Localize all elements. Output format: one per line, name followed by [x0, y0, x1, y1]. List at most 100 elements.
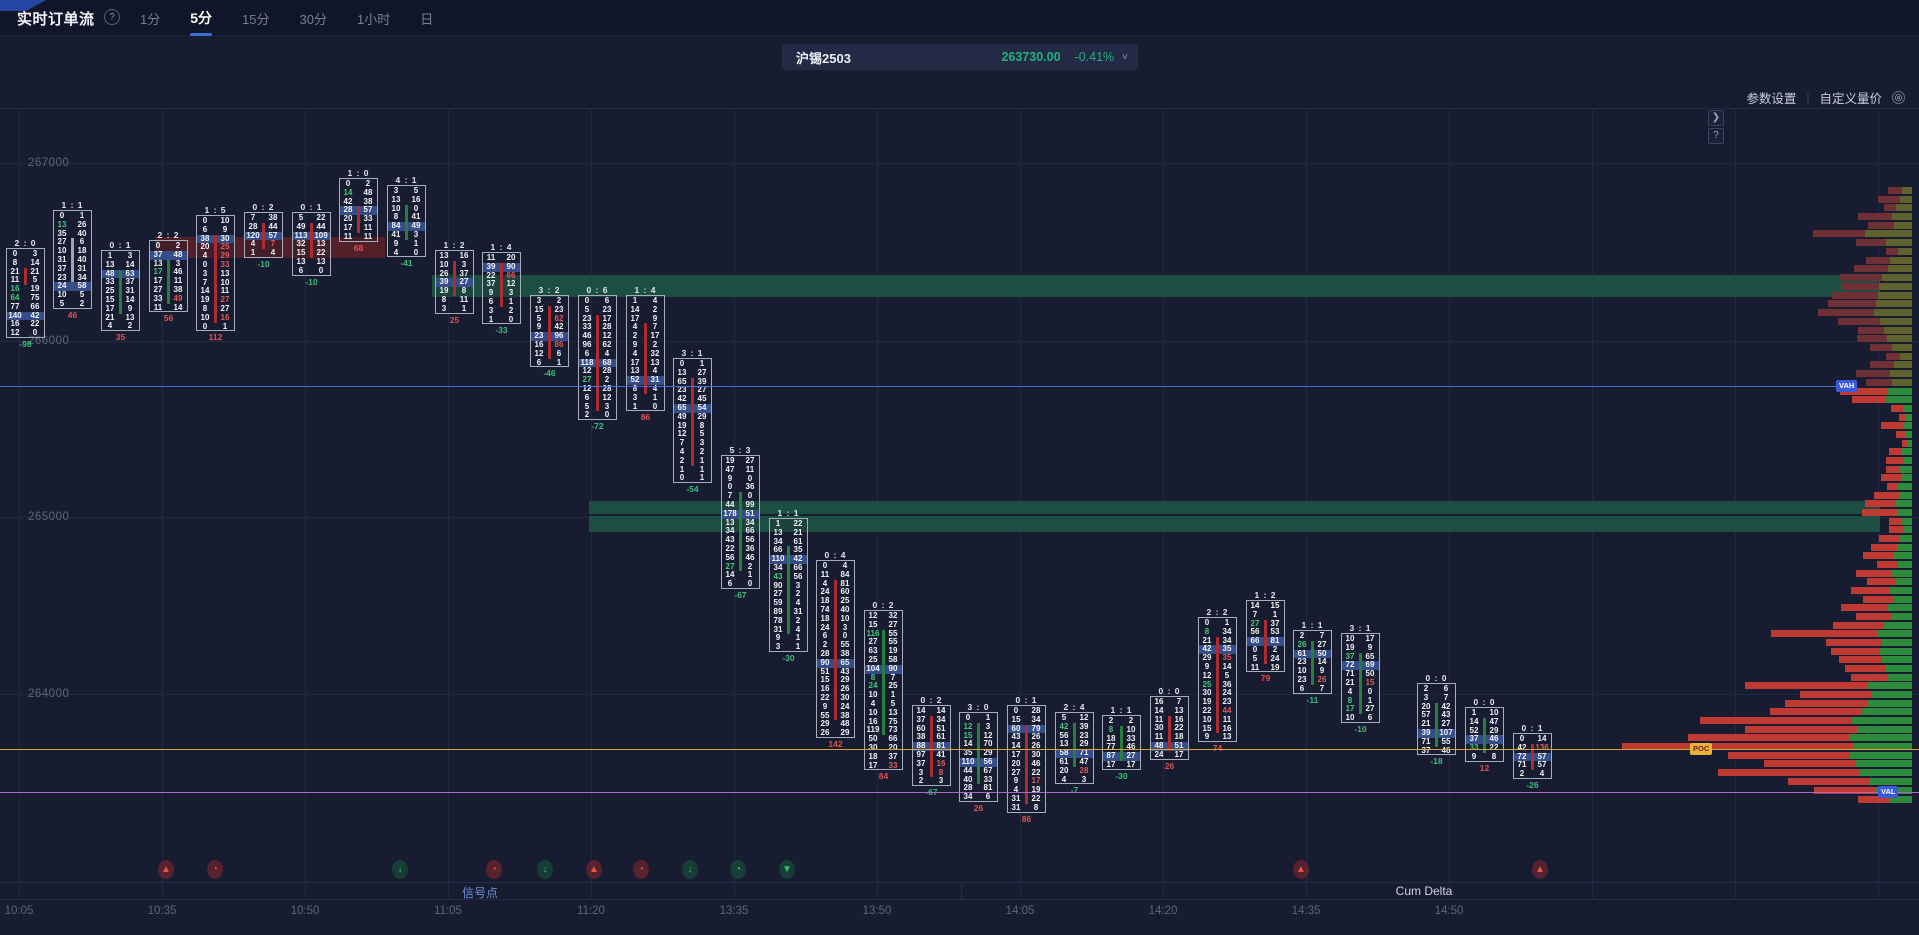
candle-delta-footer: 84: [853, 771, 915, 781]
candle-box: 0652323173328461296626411868122827212286…: [578, 295, 617, 420]
volume-profile-row: [1886, 457, 1912, 464]
volume-profile-row: [1887, 483, 1912, 490]
bid-volume: 17: [1103, 761, 1120, 770]
profile-bid-segment: [1870, 361, 1894, 368]
footprint-candle: 3 : 001123151214703529110564467403328813…: [959, 712, 998, 800]
cum-delta-label[interactable]: Cum Delta: [1396, 884, 1453, 898]
signal-up-icon: ▲: [1293, 860, 1309, 879]
volume-profile-row: [1788, 778, 1912, 785]
help-icon[interactable]: ?: [104, 9, 120, 25]
param-settings-button[interactable]: 参数设置: [1746, 88, 1796, 107]
bid-volume: 0: [674, 474, 691, 483]
ask-volume: 0: [599, 411, 616, 420]
volume-profile-row: [1813, 230, 1912, 237]
profile-bid-segment: [1771, 630, 1877, 637]
bid-volume: 6: [1294, 685, 1311, 694]
candle-delta-footer: -67: [710, 590, 772, 600]
gauge-glyph: ◔: [730, 860, 746, 879]
ask-volume: 1: [551, 359, 568, 368]
profile-bid-segment: [1856, 613, 1892, 620]
profile-ask-segment: [1857, 726, 1912, 733]
candle-box: 0281534607943261426173020462722917419312…: [1007, 705, 1046, 813]
bid-volume: 11: [340, 233, 357, 242]
candle-delta-footer: 35: [90, 332, 152, 342]
candle-box: 0112315121470352911056446740332881346: [959, 712, 998, 802]
candle-ratio-header: 3 : 1: [1330, 623, 1392, 633]
candle-ratio-header: 0 : 0: [1406, 673, 1468, 683]
volume-profile-row: [1866, 257, 1912, 264]
candle-delta-footer: -7: [1044, 785, 1106, 795]
ask-volume: 0: [503, 316, 520, 325]
toolbar-divider: |: [1806, 91, 1809, 105]
candle-box: 167141311163022111848512417: [1150, 696, 1189, 760]
time-axis-label: 14:50: [1435, 905, 1464, 917]
volume-profile-row: [1856, 570, 1912, 577]
gauge-glyph: ◔: [633, 860, 649, 879]
signal-downtri-icon: ▼: [779, 860, 795, 879]
candle-box: 1221321346166351104234664356903272594893…: [769, 518, 808, 652]
profile-bid-segment: [1889, 448, 1902, 455]
profile-ask-segment: [1860, 769, 1912, 776]
profile-ask-segment: [1903, 405, 1912, 412]
panel-help-button[interactable]: ?: [1708, 128, 1724, 144]
ask-volume: 1: [694, 474, 711, 483]
profile-bid-segment: [1887, 483, 1898, 490]
profile-bid-segment: [1745, 726, 1857, 733]
expand-panel-button[interactable]: ❯: [1708, 110, 1724, 126]
visibility-icon[interactable]: ◎: [1892, 91, 1905, 104]
time-axis-label: 13:50: [863, 905, 892, 917]
ask-volume: 17: [1123, 761, 1140, 770]
tab-15分[interactable]: 15分: [240, 0, 271, 37]
instrument-selector[interactable]: 沪锡2503 263730.00 -0.41% ˅: [782, 44, 1138, 70]
volume-profile-row: [1889, 526, 1912, 533]
profile-ask-segment: [1878, 292, 1912, 299]
candle-box: 1927471190036704499178511334346643562236…: [721, 455, 760, 589]
profile-ask-segment: [1904, 526, 1912, 533]
candle-delta-footer: -10: [281, 277, 343, 287]
candle-box: 02374813317461711273833491114: [149, 240, 188, 312]
gauge-glyph: ◔: [207, 860, 223, 879]
volume-profile-row: [1886, 466, 1912, 473]
profile-bid-segment: [1857, 335, 1887, 342]
bid-volume: 5: [54, 300, 71, 309]
profile-ask-segment: [1888, 674, 1912, 681]
profile-bid-segment: [1833, 622, 1884, 629]
candle-box: 26372042574321273910771553746: [1417, 683, 1456, 755]
candle-delta-footer: 112: [185, 332, 247, 342]
profile-ask-segment: [1892, 379, 1912, 386]
footprint-candle: 0 : 1131314486333372531151417921134235: [101, 250, 140, 329]
ask-volume: 6: [980, 793, 997, 802]
profile-ask-segment: [1892, 344, 1912, 351]
profile-ask-segment: [1902, 474, 1912, 481]
candle-ratio-header: 0 : 2: [853, 600, 915, 610]
candle-box: 1313144863333725311514179211342: [101, 250, 140, 331]
tab-1小时[interactable]: 1小时: [355, 0, 392, 37]
custom-volume-price-button[interactable]: 自定义量价: [1819, 88, 1882, 107]
profile-ask-segment: [1892, 613, 1912, 620]
footprint-candle: 3 : 23215235629422396168612661-46: [530, 295, 569, 365]
profile-ask-segment: [1900, 535, 1912, 542]
tab-1分[interactable]: 1分: [138, 0, 162, 37]
bid-volume: 11: [150, 304, 167, 313]
tab-30分[interactable]: 30分: [298, 0, 329, 37]
tab-5分[interactable]: 5分: [188, 0, 214, 37]
bid-volume: 1: [483, 316, 500, 325]
bid-volume: 10: [1342, 714, 1359, 723]
profile-bid-segment: [1828, 300, 1876, 307]
volume-profile-row: [1886, 248, 1912, 255]
up-glyph: ▲: [1293, 860, 1309, 879]
volume-profile-row: [1770, 708, 1912, 715]
candle-delta-footer: -10: [233, 259, 295, 269]
profile-ask-segment: [1852, 717, 1912, 724]
tab-日[interactable]: 日: [418, 0, 435, 37]
candle-ratio-header: 1 : 1: [1091, 705, 1153, 715]
profile-bid-segment: [1881, 422, 1903, 429]
vah-line: [0, 386, 1848, 387]
profile-bid-segment: [1886, 466, 1900, 473]
profile-bid-segment: [1839, 656, 1882, 663]
footprint-candle: 0 : 27382844120574714-10: [244, 212, 283, 256]
profile-bid-segment: [1879, 535, 1900, 542]
signal-point-label[interactable]: 信号点: [462, 884, 498, 901]
up-glyph: ▲: [1532, 860, 1548, 879]
time-axis-label: 11:20: [577, 905, 605, 917]
